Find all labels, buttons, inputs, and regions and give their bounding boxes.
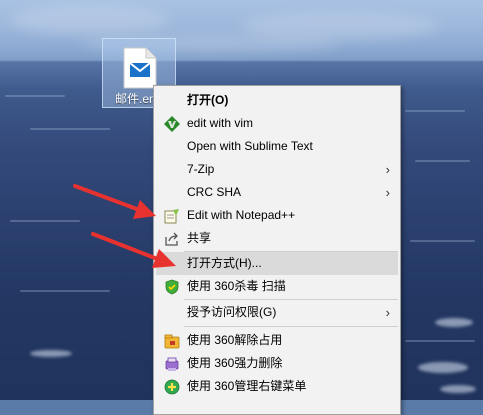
sea-wave [405, 340, 475, 342]
sea-foam [435, 318, 473, 327]
sea-wave [410, 240, 475, 242]
menu-item-360-unlock[interactable]: 使用 360解除占用 [156, 329, 398, 352]
sea-wave [5, 95, 65, 97]
sea-foam [418, 362, 468, 373]
sea-wave [20, 290, 110, 292]
menu-item-360-manage[interactable]: 使用 360管理右键菜单 [156, 375, 398, 398]
menu-item-label: 打开方式(H)... [187, 256, 262, 270]
menu-item-label: Open with Sublime Text [187, 139, 313, 153]
chevron-right-icon: › [385, 162, 390, 177]
menu-item-label: CRC SHA [187, 185, 242, 199]
menu-item-label: 使用 360管理右键菜单 [187, 379, 307, 393]
menu-item-label: 共享 [187, 231, 212, 245]
shield-360-icon [165, 279, 179, 295]
menu-item-label: 7-Zip [187, 162, 215, 176]
sea-wave [10, 220, 80, 222]
unlock-360-icon [164, 334, 180, 349]
menu-item-edit-vim[interactable]: edit with vim [156, 112, 398, 135]
notepadpp-icon [164, 209, 179, 224]
sea-foam [30, 350, 72, 357]
menu-item-360-delete[interactable]: 使用 360强力删除 [156, 352, 398, 375]
sea-wave [405, 110, 465, 112]
delete-360-icon [165, 357, 179, 371]
menu-item-label: 授予访问权限(G) [187, 305, 277, 319]
eml-file-icon [123, 47, 157, 89]
menu-item-360-scan[interactable]: 使用 360杀毒 扫描 [156, 275, 398, 298]
menu-item-label: 使用 360强力删除 [187, 356, 283, 370]
menu-item-crc-sha[interactable]: CRC SHA › [156, 181, 398, 204]
menu-item-edit-notepadpp[interactable]: Edit with Notepad++ [156, 204, 398, 227]
menu-item-label: 使用 360杀毒 扫描 [187, 279, 286, 293]
menu-item-label: edit with vim [187, 116, 254, 130]
menu-item-label: 使用 360解除占用 [187, 333, 283, 347]
chevron-right-icon: › [385, 305, 390, 320]
menu-separator [184, 299, 398, 300]
menu-item-grant-access[interactable]: 授予访问权限(G) › [156, 301, 398, 324]
sky-cloud [10, 5, 170, 35]
manage-360-icon [164, 379, 180, 395]
chevron-right-icon: › [385, 185, 390, 200]
sea-foam [440, 385, 476, 393]
share-icon [165, 232, 178, 246]
menu-separator [184, 326, 398, 327]
menu-item-label: Edit with Notepad++ [187, 208, 296, 222]
menu-item-open[interactable]: 打开(O) [156, 89, 398, 112]
menu-item-open-with[interactable]: 打开方式(H)... [156, 252, 398, 275]
vim-icon [164, 116, 180, 132]
sea-wave [30, 128, 110, 130]
menu-item-share[interactable]: 共享 [156, 227, 398, 250]
sea-wave [415, 160, 470, 162]
context-menu: 打开(O) edit with vim Open with Sublime Te… [153, 85, 401, 415]
menu-item-label: 打开(O) [187, 93, 229, 107]
menu-item-open-sublime[interactable]: Open with Sublime Text [156, 135, 398, 158]
menu-item-7zip[interactable]: 7-Zip › [156, 158, 398, 181]
